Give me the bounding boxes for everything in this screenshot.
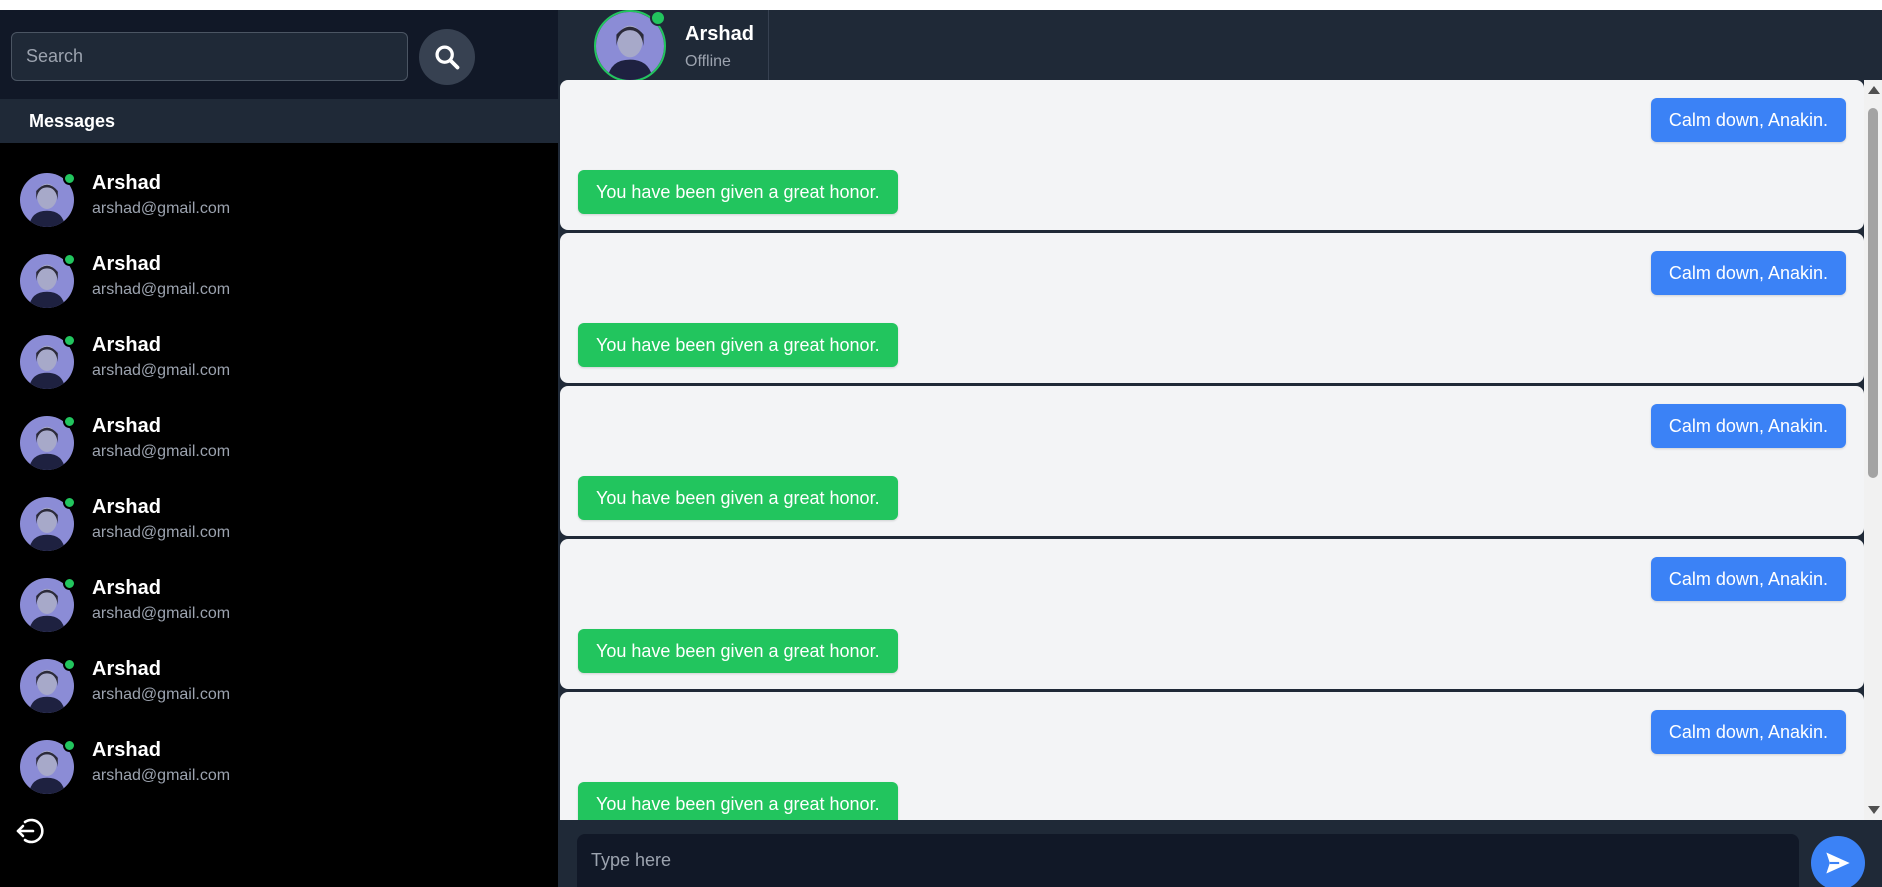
- contact-name: Arshad: [92, 415, 161, 437]
- message-group: Calm down, Anakin. You have been given a …: [560, 539, 1864, 689]
- send-button[interactable]: [1811, 836, 1865, 887]
- message-group: Calm down, Anakin. You have been given a …: [560, 692, 1864, 820]
- contact-item[interactable]: Arshad arshad@gmail.com: [0, 561, 558, 642]
- logout-icon: [16, 818, 44, 844]
- received-message-bubble[interactable]: You have been given a great honor.: [578, 476, 898, 520]
- contact-name: Arshad: [92, 496, 161, 518]
- received-message-bubble[interactable]: You have been given a great honor.: [578, 170, 898, 214]
- contact-email: arshad@gmail.com: [92, 524, 231, 541]
- contact-avatar: [20, 739, 76, 794]
- received-message-bubble[interactable]: You have been given a great honor.: [578, 323, 898, 367]
- scroll-down-arrow[interactable]: [1868, 806, 1880, 814]
- scroll-up-arrow[interactable]: [1868, 86, 1880, 94]
- online-status-dot: [63, 253, 76, 266]
- contact-email: arshad@gmail.com: [92, 200, 231, 217]
- contact-avatar: [20, 658, 76, 713]
- search-input[interactable]: [11, 32, 408, 81]
- top-strip: [0, 0, 1882, 10]
- chat-panel: Arshad Offline Calm down, Anakin. You hav…: [558, 10, 1882, 887]
- online-status-dot: [63, 496, 76, 509]
- chat-contact-status: Offline: [685, 53, 731, 70]
- contact-email: arshad@gmail.com: [92, 362, 231, 379]
- chat-contact-name: Arshad: [685, 23, 754, 45]
- logout-button[interactable]: [13, 815, 45, 847]
- contact-email: arshad@gmail.com: [92, 281, 231, 298]
- contact-email: arshad@gmail.com: [92, 443, 231, 460]
- header-divider: [768, 10, 769, 80]
- message-composer: [558, 820, 1882, 887]
- online-status-dot: [63, 415, 76, 428]
- sidebar: Messages Arshad arshad@gmail.com Arshad ars…: [0, 10, 558, 887]
- contact-avatar: [20, 415, 76, 470]
- sent-message-bubble[interactable]: Calm down, Anakin.: [1650, 251, 1846, 295]
- received-message-bubble[interactable]: You have been given a great honor.: [578, 782, 898, 820]
- online-status-dot: [63, 577, 76, 590]
- sent-message-bubble[interactable]: Calm down, Anakin.: [1650, 98, 1846, 142]
- contact-name: Arshad: [92, 334, 161, 356]
- contact-email: arshad@gmail.com: [92, 767, 231, 784]
- contact-email: arshad@gmail.com: [92, 605, 231, 622]
- online-status-dot: [650, 10, 666, 26]
- scrollbar-thumb[interactable]: [1868, 108, 1878, 478]
- search-button[interactable]: [419, 29, 475, 85]
- contact-item[interactable]: Arshad arshad@gmail.com: [0, 480, 558, 561]
- online-status-dot: [63, 739, 76, 752]
- contact-item[interactable]: Arshad arshad@gmail.com: [0, 237, 558, 318]
- online-status-dot: [63, 334, 76, 347]
- contact-item[interactable]: Arshad arshad@gmail.com: [0, 156, 558, 237]
- message-group: Calm down, Anakin. You have been given a …: [560, 80, 1864, 230]
- search-icon: [435, 45, 460, 70]
- sent-message-bubble[interactable]: Calm down, Anakin.: [1650, 557, 1846, 601]
- contact-item[interactable]: Arshad arshad@gmail.com: [0, 723, 558, 804]
- contact-avatar: [20, 253, 76, 308]
- contact-avatar: [20, 496, 76, 551]
- message-input[interactable]: [577, 834, 1799, 887]
- contact-name: Arshad: [92, 658, 161, 680]
- contact-avatar: [20, 172, 76, 227]
- message-group: Calm down, Anakin. You have been given a …: [560, 386, 1864, 536]
- chat-avatar[interactable]: [594, 10, 666, 82]
- chat-scrollbar[interactable]: [1864, 80, 1882, 820]
- online-status-dot: [63, 658, 76, 671]
- contact-item[interactable]: Arshad arshad@gmail.com: [0, 642, 558, 723]
- messages-header: Messages: [0, 99, 558, 143]
- sent-message-bubble[interactable]: Calm down, Anakin.: [1650, 710, 1846, 754]
- contact-name: Arshad: [92, 172, 161, 194]
- contact-name: Arshad: [92, 253, 161, 275]
- contact-avatar: [20, 334, 76, 389]
- received-message-bubble[interactable]: You have been given a great honor.: [578, 629, 898, 673]
- search-bar: [0, 10, 558, 99]
- contact-item[interactable]: Arshad arshad@gmail.com: [0, 399, 558, 480]
- contact-name: Arshad: [92, 577, 161, 599]
- contact-email: arshad@gmail.com: [92, 686, 231, 703]
- chat-header: Arshad Offline: [558, 10, 1882, 82]
- send-icon: [1826, 852, 1850, 874]
- message-group: Calm down, Anakin. You have been given a …: [560, 233, 1864, 383]
- online-status-dot: [63, 172, 76, 185]
- contact-item[interactable]: Arshad arshad@gmail.com: [0, 318, 558, 399]
- contact-avatar: [20, 577, 76, 632]
- contact-name: Arshad: [92, 739, 161, 761]
- message-list[interactable]: Calm down, Anakin. You have been given a …: [558, 80, 1882, 820]
- sent-message-bubble[interactable]: Calm down, Anakin.: [1650, 404, 1846, 448]
